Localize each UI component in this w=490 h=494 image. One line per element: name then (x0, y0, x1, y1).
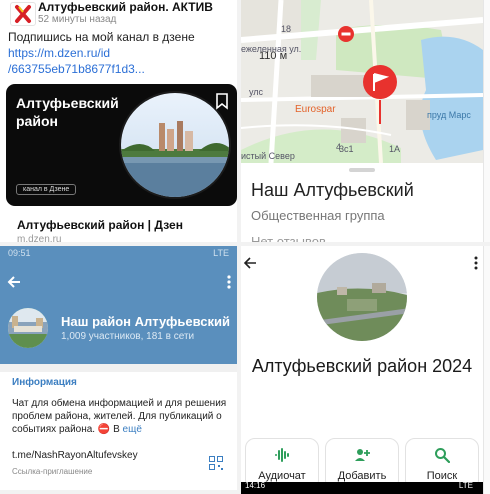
group-name: Наш Алтуфьевский (251, 180, 414, 200)
preview-source-title[interactable]: Алтуфьевский район | Дзен (17, 218, 183, 232)
invite-link-caption: Ссылка-приглашение (12, 467, 93, 476)
search-icon (435, 448, 450, 463)
post-time: 52 минуты назад (38, 14, 117, 25)
group-type: Общественная группа (251, 208, 385, 223)
map-label-road: улс (249, 87, 264, 97)
map-group-panel: ежеленная ул. 110 м Eurospar пруд Марс и… (241, 0, 483, 242)
profile-panel: Алтуфьевский район 2024 Аудиочат Добавит… (241, 246, 483, 490)
more-vert-icon[interactable] (226, 274, 232, 290)
group-description: Чат для обмена информацией и для решения… (12, 397, 230, 436)
map-label-pond: пруд Марс (427, 110, 471, 120)
channel-title[interactable]: Алтуфьевский район. АКТИВ (38, 0, 213, 14)
group-members: 1,009 участников, 181 в сети (61, 331, 195, 342)
invite-link[interactable]: t.me/NashRayonAltufevskey (12, 450, 138, 461)
map-label-shop[interactable]: Eurospar (295, 104, 336, 115)
group-reviews[interactable]: Нет отзывов (251, 234, 326, 242)
channel-logo-icon[interactable] (10, 2, 36, 26)
more-vert-icon[interactable] (473, 256, 479, 270)
divider (483, 0, 490, 494)
sheet-drag-handle[interactable] (349, 168, 375, 172)
status-bar: 09:51 LTE (0, 246, 237, 260)
back-arrow-icon[interactable] (6, 274, 22, 290)
link-preview-card[interactable]: Алтуфьевский район канал в Дзене (6, 84, 237, 206)
back-arrow-icon[interactable] (243, 256, 257, 270)
post-text: Подпишись на мой канал в дзене (8, 30, 195, 44)
group-bottom-sheet[interactable]: Наш Алтуфьевский Общественная группа Нет… (241, 163, 483, 242)
divider (0, 490, 237, 494)
map-pin-icon[interactable] (361, 64, 399, 126)
divider (0, 364, 237, 372)
preview-card-chip: канал в Дзене (16, 184, 77, 195)
group-title: Наш район Алтуфьевский (61, 314, 231, 329)
map-label-house: 4 (336, 142, 342, 152)
audio-wave-icon (275, 448, 289, 462)
preview-card-title: Алтуфьевский район (16, 95, 119, 129)
preview-source-domain: m.dzen.ru (17, 234, 62, 242)
description-text: Чат для обмена информацией и для решения… (12, 398, 227, 435)
post-header: Алтуфьевский район. АКТИВ 52 минуты наза… (6, 0, 233, 26)
map-view[interactable]: ежеленная ул. 110 м Eurospar пруд Марс и… (241, 0, 483, 163)
status-time: 14:16 (245, 481, 266, 490)
status-network: LTE (213, 248, 229, 258)
status-bar: 14:16 LTE (241, 482, 483, 490)
map-label-house: 18 (281, 24, 292, 34)
post-link-continued[interactable]: /663755eb71b8677f1d3... (8, 62, 145, 76)
bookmark-icon[interactable] (213, 92, 231, 110)
qr-code-icon[interactable] (209, 456, 223, 470)
status-network: LTE (458, 481, 473, 490)
map-scale: 110 м (259, 50, 288, 62)
divider (241, 490, 483, 494)
telegram-header: 09:51 LTE Наш район Алтуфьевский 1,009 у… (0, 246, 237, 364)
profile-title: Алтуфьевский район 2024 (251, 356, 473, 376)
map-label-bottom: истый Север (241, 151, 295, 161)
profile-photo[interactable] (317, 253, 407, 341)
post-link[interactable]: https://m.dzen.ru/id (8, 46, 110, 60)
telegram-panel: 09:51 LTE Наш район Алтуфьевский 1,009 у… (0, 246, 237, 490)
add-member-label: Добавить (337, 470, 387, 482)
group-avatar[interactable] (8, 308, 48, 348)
map-label-house: 1А (389, 144, 401, 154)
divider (237, 0, 241, 494)
map-label-house: 3с1 (339, 144, 354, 154)
more-link[interactable]: ещё (123, 424, 142, 435)
info-heading: Информация (12, 377, 77, 388)
add-user-icon (355, 449, 370, 461)
divider (0, 242, 490, 246)
zen-post-panel: Алтуфьевский район. АКТИВ 52 минуты наза… (0, 0, 237, 242)
no-entry-icon (338, 26, 354, 42)
status-time: 09:51 (8, 248, 31, 258)
